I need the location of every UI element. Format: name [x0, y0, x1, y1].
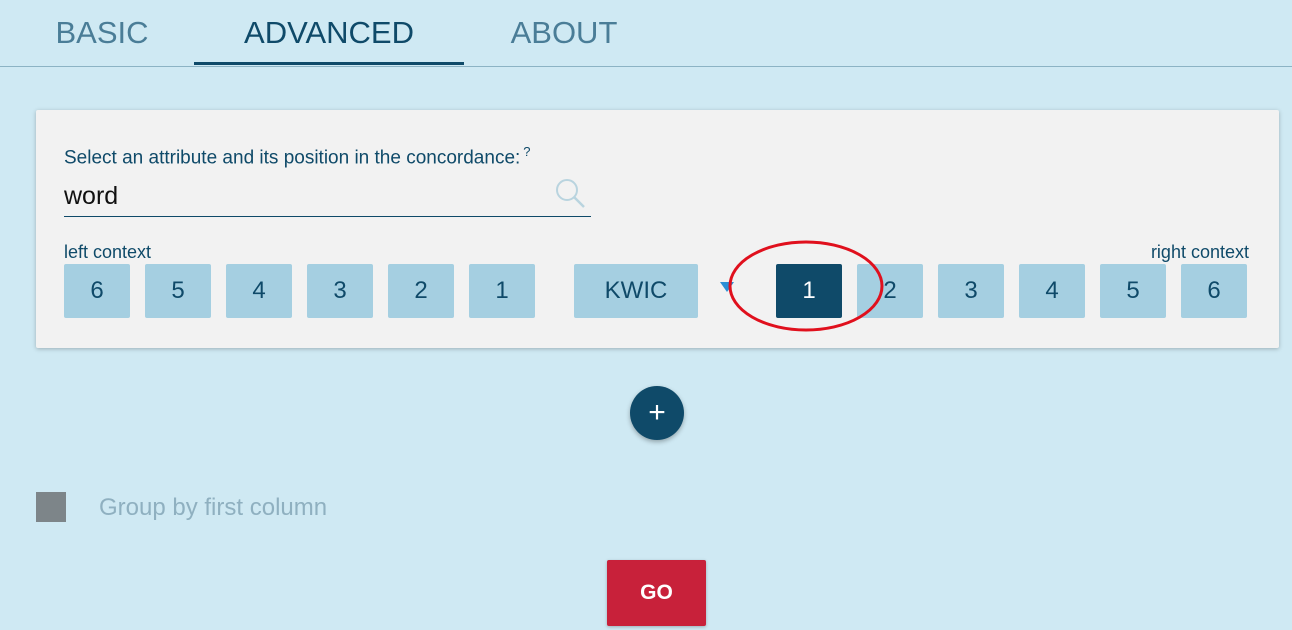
go-button[interactable]: GO — [607, 560, 706, 626]
right-position-4[interactable]: 4 — [1019, 264, 1085, 318]
tab-basic[interactable]: BASIC — [50, 10, 154, 65]
left-position-5[interactable]: 5 — [145, 264, 211, 318]
search-icon[interactable] — [553, 176, 587, 210]
right-position-5[interactable]: 5 — [1100, 264, 1166, 318]
left-context-label: left context — [64, 242, 152, 262]
left-position-1[interactable]: 1 — [469, 264, 535, 318]
group-by-label: Group by first column — [99, 494, 328, 521]
left-position-3[interactable]: 3 — [307, 264, 373, 318]
right-context-label: right context — [1150, 242, 1249, 262]
tab-advanced[interactable]: ADVANCED — [194, 10, 464, 65]
right-position-6[interactable]: 6 — [1181, 264, 1247, 318]
attribute-prompt-text: Select an attribute and its position in … — [64, 147, 521, 169]
group-by-checkbox[interactable] — [36, 492, 66, 522]
active-tab-indicator — [194, 62, 464, 65]
right-position-3[interactable]: 3 — [938, 264, 1004, 318]
tab-bar: BASIC ADVANCED ABOUT — [0, 0, 1292, 67]
attribute-input[interactable] — [64, 178, 534, 214]
help-marker[interactable]: ? — [523, 144, 530, 159]
attribute-prompt: Select an attribute and its position in … — [64, 144, 531, 169]
dropdown-arrow-icon[interactable] — [720, 282, 734, 292]
left-position-4[interactable]: 4 — [226, 264, 292, 318]
attribute-card: Select an attribute and its position in … — [36, 110, 1279, 348]
kwic-button[interactable]: KWIC — [574, 264, 698, 318]
left-position-6[interactable]: 6 — [64, 264, 130, 318]
right-position-2[interactable]: 2 — [857, 264, 923, 318]
left-position-2[interactable]: 2 — [388, 264, 454, 318]
right-position-1[interactable]: 1 — [776, 264, 842, 318]
add-attribute-button[interactable]: + — [630, 386, 684, 440]
attribute-field — [64, 176, 591, 217]
tab-about[interactable]: ABOUT — [506, 10, 622, 65]
